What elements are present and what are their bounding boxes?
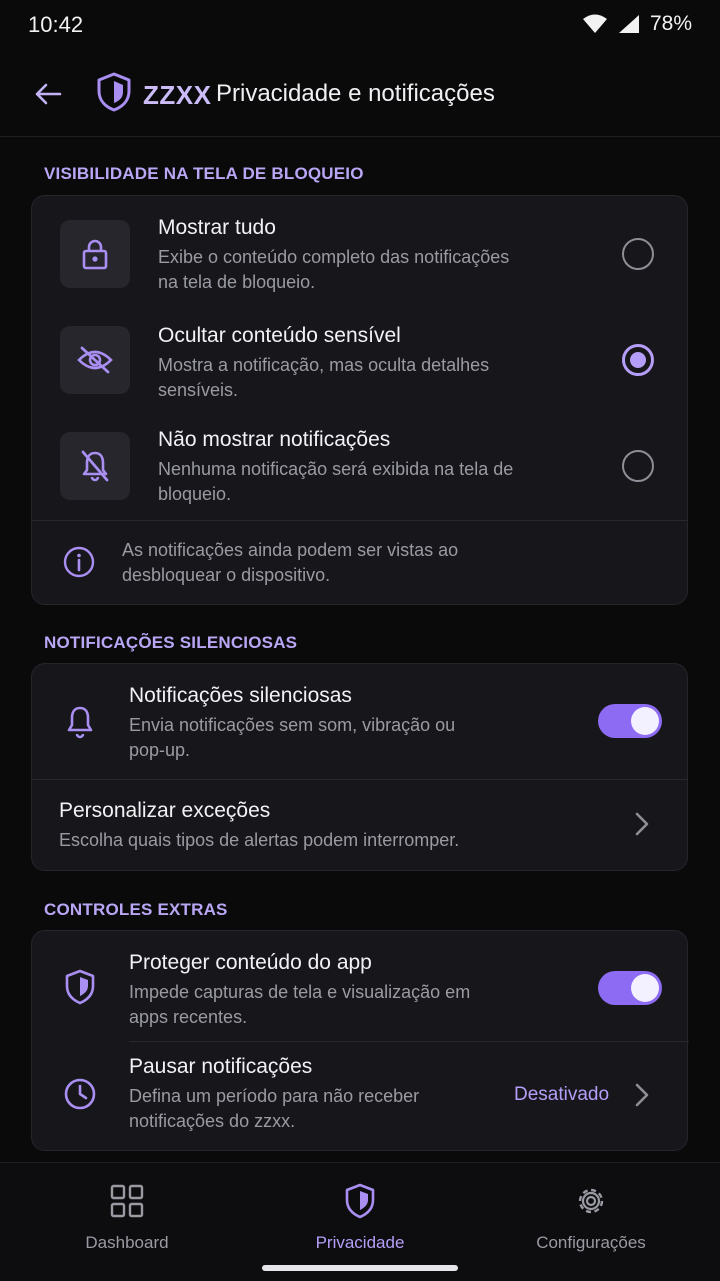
option-hide-sensitive[interactable]: Ocultar conteúdo sensível Mostra a notif…	[32, 314, 687, 420]
lock-screen-card: Mostrar tudo Exibe o conteúdo completo d…	[31, 195, 688, 605]
radio-show-all[interactable]	[622, 238, 654, 270]
section-label-lock-screen: VISIBILIDADE NA TELA DE BLOQUEIO	[44, 164, 364, 183]
row-customize-exceptions[interactable]: Personalizar exceções Escolha quais tipo…	[32, 780, 687, 872]
row-subtitle: Escolha quais tipos de alertas podem int…	[59, 830, 460, 850]
nav-label: Configurações	[536, 1233, 646, 1252]
clock-icon	[64, 1078, 96, 1110]
status-icons: 78%	[582, 12, 692, 36]
row-subtitle: Defina um período para não receber notif…	[129, 1086, 420, 1131]
grid-icon	[110, 1184, 144, 1218]
nav-dashboard[interactable]: Dashboard	[37, 1181, 217, 1253]
section-label-silent: NOTIFICAÇÕES SILENCIOSAS	[44, 633, 298, 652]
row-title: Proteger conteúdo do app	[129, 951, 372, 974]
option-icon-box	[60, 326, 130, 394]
shield-icon	[345, 1183, 375, 1219]
row-subtitle: Envia notificações sem som, vibração ou …	[129, 715, 456, 760]
nav-privacy[interactable]: Privacidade	[270, 1181, 450, 1253]
extras-card: Proteger conteúdo do app Impede capturas…	[31, 930, 689, 1152]
brand-name: ZZXX	[143, 80, 212, 110]
option-title: Não mostrar notificações	[158, 428, 391, 451]
pause-value: Desativado	[514, 1084, 610, 1105]
info-icon-wrap	[59, 542, 99, 582]
silent-toggle[interactable]	[598, 704, 662, 738]
lock-icon	[82, 239, 108, 270]
eye-off-icon	[77, 346, 113, 374]
row-silent-notifications[interactable]: Notificações silenciosas Envia notificaç…	[32, 664, 687, 779]
option-subtitle: Exibe o conteúdo completo das notificaçõ…	[158, 247, 510, 292]
wifi-icon	[582, 14, 607, 33]
option-hide-all[interactable]: Não mostrar notificações Nenhuma notific…	[32, 420, 687, 520]
row-title: Pausar notificações	[129, 1055, 313, 1078]
back-button[interactable]	[28, 74, 68, 114]
radio-hide-all[interactable]	[622, 450, 654, 482]
home-indicator	[262, 1265, 458, 1271]
row-subtitle: Impede capturas de tela e visualização e…	[129, 982, 471, 1027]
bell-icon	[67, 706, 93, 739]
row-title: Notificações silenciosas	[129, 684, 352, 707]
nav-label: Dashboard	[85, 1233, 169, 1252]
nav-label: Privacidade	[315, 1233, 405, 1252]
row-protect-content[interactable]: Proteger conteúdo do app Impede capturas…	[32, 931, 687, 1041]
chevron-right-icon	[635, 812, 649, 836]
option-icon-box	[60, 220, 130, 288]
app-bar: ZZXX Privacidade e notificações	[0, 50, 720, 137]
brand-logo	[96, 72, 132, 117]
section-label-extras: CONTROLES EXTRAS	[44, 900, 228, 919]
option-subtitle: Nenhuma notificação será exibida na tela…	[158, 459, 514, 504]
protect-toggle[interactable]	[598, 971, 662, 1005]
info-text: As notificações ainda podem ser vistas a…	[122, 540, 459, 585]
option-show-all[interactable]: Mostrar tudo Exibe o conteúdo completo d…	[32, 196, 687, 314]
radio-hide-sensitive[interactable]	[622, 344, 654, 376]
row-pause-notifications[interactable]: Pausar notificações Defina um período pa…	[32, 1042, 687, 1152]
chevron-right-icon-wrap	[632, 1080, 652, 1110]
shield-icon-wrap	[60, 967, 100, 1007]
bell-off-icon	[81, 450, 109, 482]
shield-icon	[97, 72, 131, 112]
divider	[32, 520, 687, 521]
chevron-right-icon-wrap	[632, 809, 652, 839]
chevron-right-icon	[635, 1083, 649, 1107]
arrow-left-icon	[35, 83, 62, 105]
option-icon-box	[60, 432, 130, 500]
battery-percent: 78%	[649, 12, 692, 35]
bottom-nav: Dashboard Privacidade Configurações	[0, 1162, 720, 1281]
option-subtitle: Mostra a notificação, mas oculta detalhe…	[158, 355, 490, 400]
silent-card: Notificações silenciosas Envia notificaç…	[31, 663, 688, 871]
status-time: 10:42	[28, 12, 84, 37]
clock-icon-wrap	[60, 1074, 100, 1114]
gear-icon	[578, 1188, 604, 1214]
nav-settings[interactable]: Configurações	[501, 1181, 681, 1253]
row-title: Personalizar exceções	[59, 799, 271, 822]
option-title: Mostrar tudo	[158, 216, 276, 239]
signal-icon	[618, 15, 639, 33]
page-title: Privacidade e notificações	[216, 80, 495, 107]
status-bar: 10:42 78%	[0, 0, 720, 50]
shield-icon	[65, 969, 95, 1005]
info-icon	[63, 546, 95, 578]
bell-icon-wrap	[60, 702, 100, 742]
option-title: Ocultar conteúdo sensível	[158, 324, 401, 347]
